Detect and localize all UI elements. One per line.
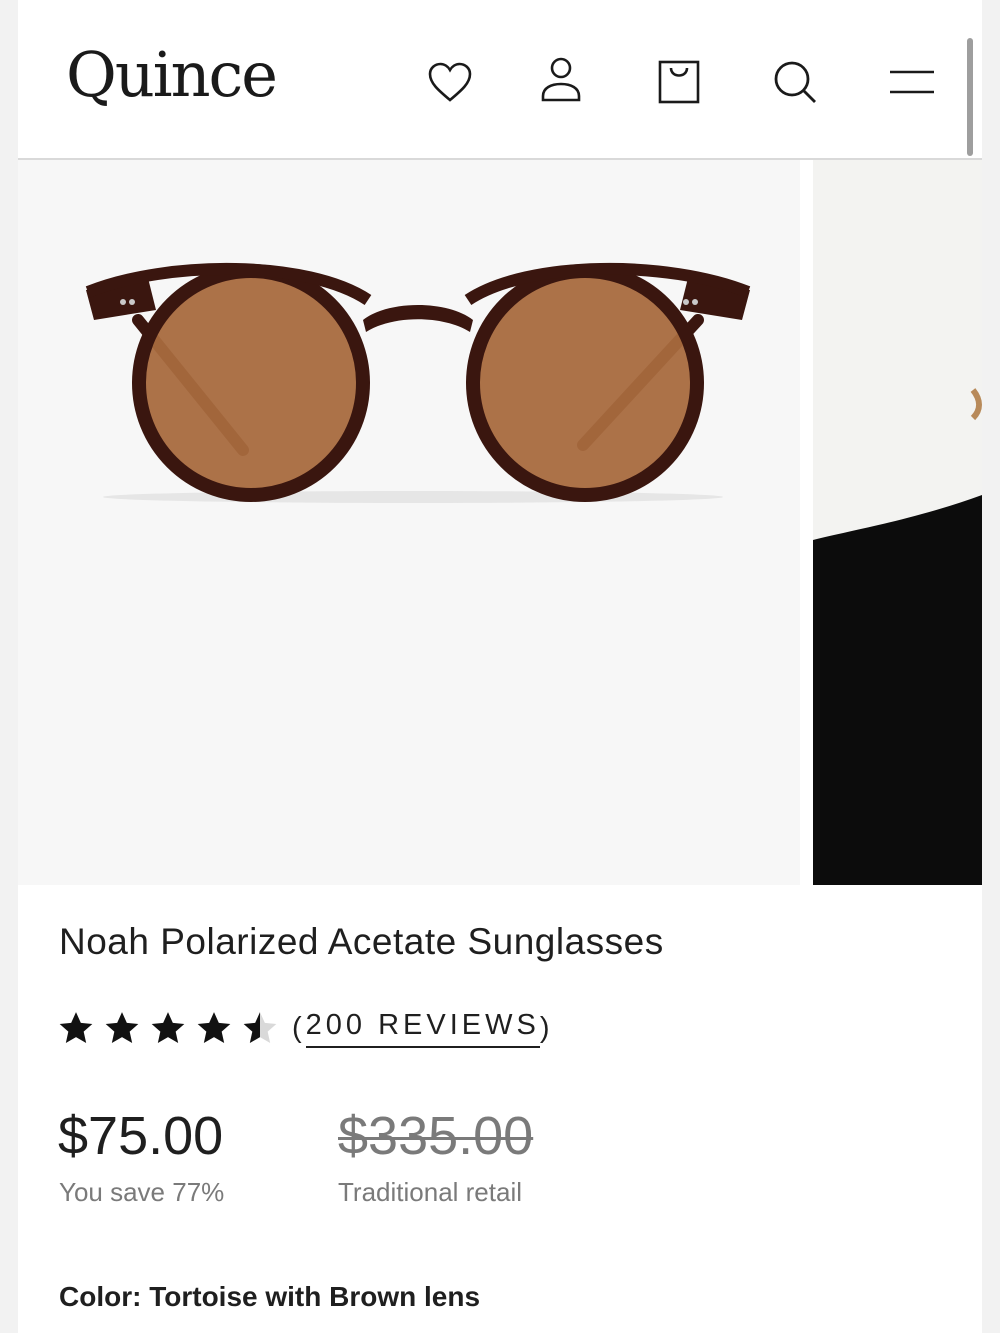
- product-image-main[interactable]: [18, 160, 800, 885]
- product-image-gallery[interactable]: [18, 160, 982, 885]
- shopping-bag-icon[interactable]: [653, 56, 705, 108]
- half-star-icon: [243, 1012, 277, 1043]
- rating-row[interactable]: ( 200 REVIEWS ): [56, 1005, 554, 1051]
- reviews-count-label[interactable]: 200 REVIEWS: [305, 1009, 540, 1048]
- retail-price: $335.00: [338, 1106, 534, 1166]
- product-title: Noah Polarized Acetate Sunglasses: [59, 921, 664, 962]
- rating-stars: [56, 1008, 280, 1048]
- star-icon: [197, 1012, 231, 1043]
- color-value: Tortoise with Brown lens: [149, 1281, 481, 1312]
- star-icon: [105, 1012, 139, 1043]
- star-icon: [59, 1012, 93, 1043]
- search-icon[interactable]: [769, 56, 821, 108]
- heart-icon[interactable]: [424, 56, 476, 108]
- scrollbar[interactable]: [967, 38, 973, 156]
- retail-label: Traditional retail: [338, 1177, 523, 1207]
- product-info: Noah Polarized Acetate Sunglasses ( 200 …: [18, 885, 982, 1333]
- product-page: Quince Noah Polarized Acetate Sunglasses…: [18, 0, 982, 1333]
- star-icon: [151, 1012, 185, 1043]
- site-header: Quince: [18, 0, 982, 160]
- user-icon[interactable]: [535, 56, 587, 108]
- reviews-link[interactable]: ( 200 REVIEWS ): [292, 1009, 554, 1048]
- product-image-model[interactable]: [813, 160, 982, 885]
- savings-text: You save 77%: [59, 1177, 225, 1207]
- reviews-open-paren: (: [292, 1011, 306, 1044]
- reviews-close-paren: ): [539, 1011, 554, 1044]
- menu-icon[interactable]: [886, 56, 938, 108]
- color-label: Color:: [59, 1281, 142, 1312]
- sale-price: $75.00: [58, 1106, 224, 1166]
- quince-logo[interactable]: Quince: [66, 38, 278, 111]
- color-selection: Color: Tortoise with Brown lens: [59, 1281, 480, 1313]
